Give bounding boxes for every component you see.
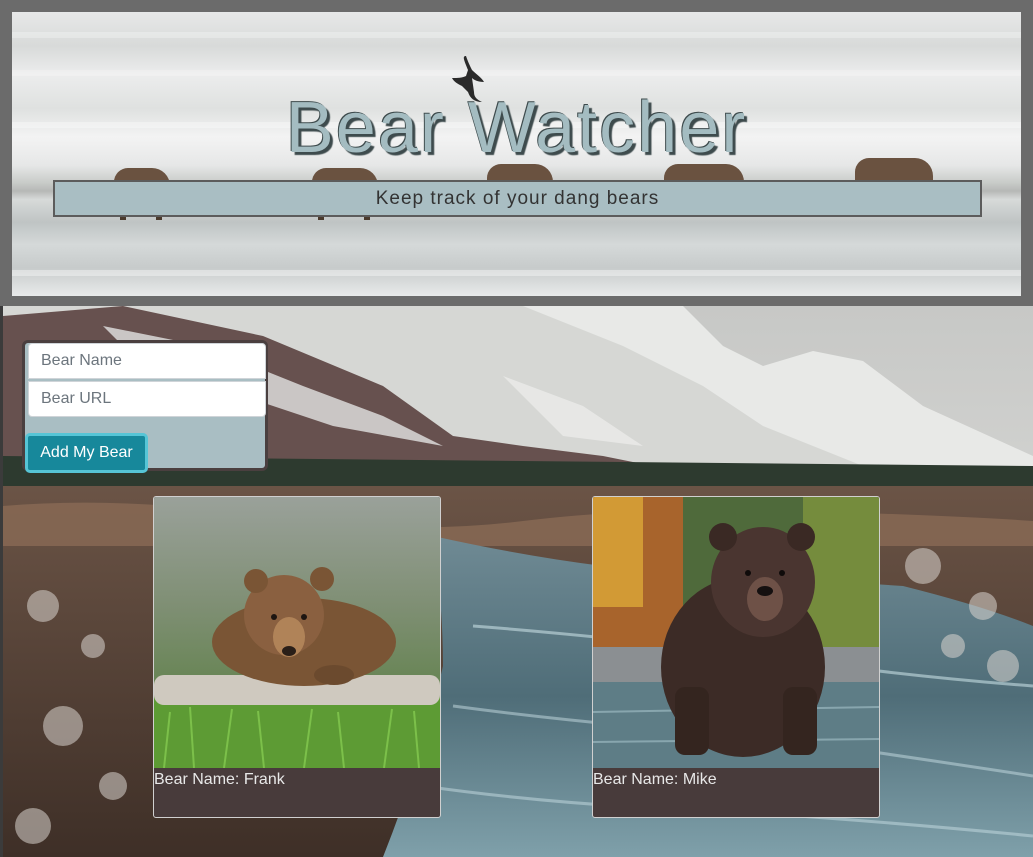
bear-name-label: Bear Name: Frank bbox=[154, 771, 285, 788]
bear-name-input[interactable] bbox=[28, 343, 266, 379]
page-title: Bear Watcher bbox=[285, 88, 748, 168]
bear-photo bbox=[593, 497, 879, 768]
bear-photo bbox=[154, 497, 440, 768]
bear-card: Bear Name: Mike bbox=[592, 496, 880, 818]
header-jumbotron: Bear Watcher Keep track of your dang bea… bbox=[0, 0, 1033, 306]
page-subtitle: Keep track of your dang bears bbox=[53, 180, 982, 217]
bear-url-input[interactable] bbox=[28, 381, 266, 417]
bear-card: Bear Name: Frank bbox=[153, 496, 441, 818]
add-bear-button[interactable]: Add My Bear bbox=[25, 433, 148, 473]
bear-name-label: Bear Name: Mike bbox=[593, 771, 717, 788]
add-bear-form: Add My Bear bbox=[22, 340, 268, 473]
